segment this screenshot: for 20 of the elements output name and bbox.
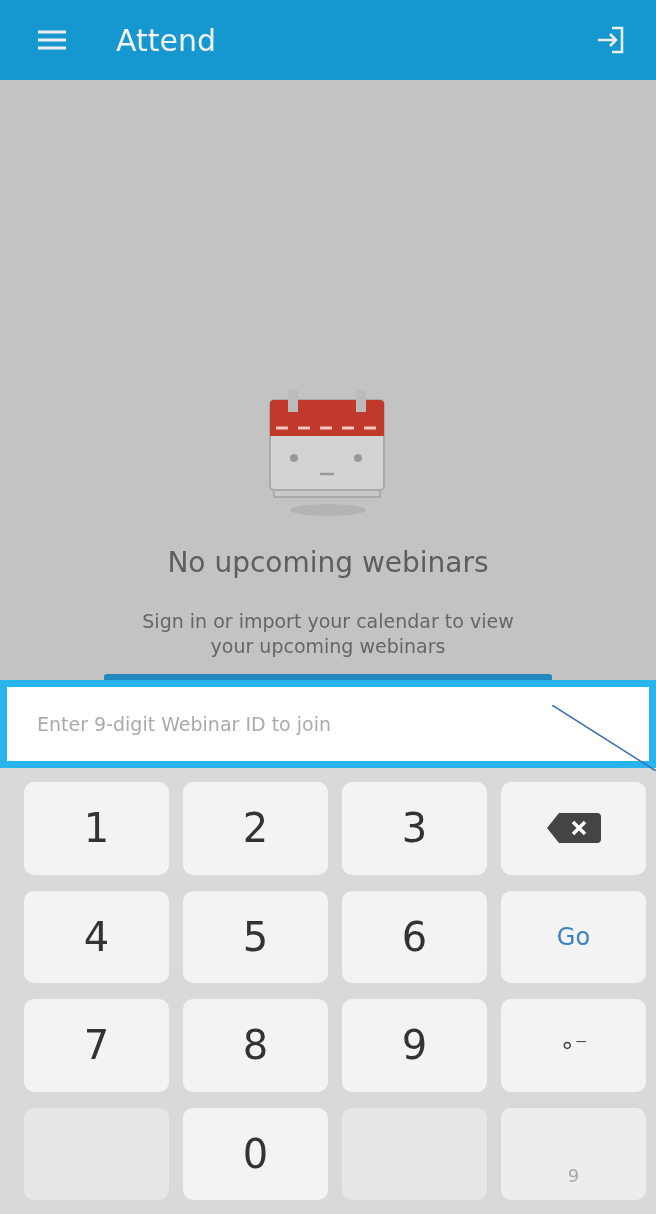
digit-key[interactable]: 4: [24, 890, 169, 983]
sign-in-icon[interactable]: [596, 26, 626, 54]
digit-key[interactable]: 1: [24, 782, 169, 875]
empty-state-title: No upcoming webinars: [167, 545, 489, 579]
backspace-key[interactable]: [501, 782, 646, 875]
digit-key[interactable]: 9: [342, 999, 487, 1092]
empty-state-message: Sign in or import your calendar to view your upcoming webinars: [141, 608, 515, 660]
digit-key[interactable]: 7: [24, 999, 169, 1092]
digit-key[interactable]: 5: [183, 890, 328, 983]
webinar-id-field[interactable]: Enter 9-digit Webinar ID to join: [0, 680, 656, 768]
digit-key[interactable]: 3: [342, 782, 487, 875]
symbol-key[interactable]: ∘⁻: [501, 999, 646, 1092]
go-key[interactable]: Go: [501, 890, 646, 983]
digit-key[interactable]: 2: [183, 782, 328, 875]
digit-key[interactable]: 8: [183, 999, 328, 1092]
backspace-icon: [546, 813, 601, 844]
app-title: Attend: [116, 22, 218, 58]
digit-key[interactable]: 0: [183, 1107, 328, 1200]
digit-key[interactable]: 6: [342, 890, 487, 983]
menu-icon[interactable]: [38, 30, 66, 50]
